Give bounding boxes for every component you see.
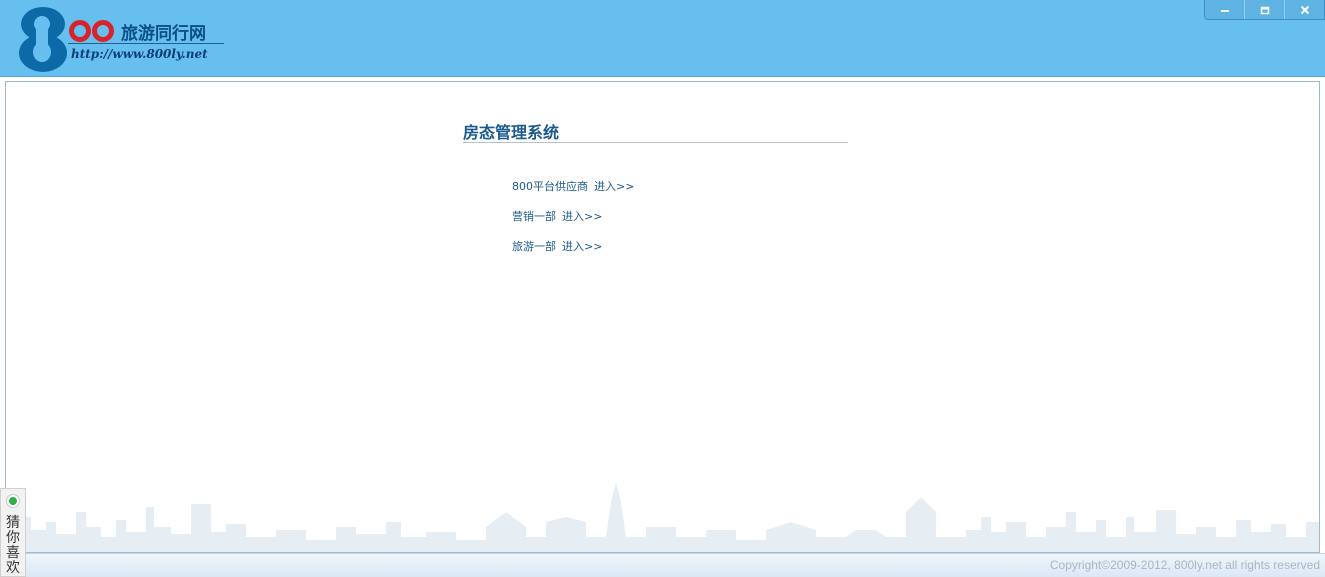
restore-button[interactable] (1244, 0, 1284, 19)
guess-you-like-widget[interactable]: 猜你喜欢 (0, 488, 26, 577)
logo-site-name: 旅游同行网 (121, 24, 206, 44)
status-dot-icon (7, 495, 19, 507)
site-logo[interactable]: 旅游同行网 http://www.800ly.net (18, 6, 238, 72)
app-header: 旅游同行网 http://www.800ly.net (0, 0, 1325, 77)
logo-divider (68, 43, 224, 44)
guess-you-like-label: 猜你喜欢 (6, 515, 20, 576)
title-divider (463, 142, 848, 143)
content-panel: 房态管理系统 800平台供应商 进入>> 营销一部 进入>> 旅游一部 进入>> (5, 81, 1320, 553)
enter-link[interactable]: 进入>> (562, 210, 602, 223)
logo-url: http://www.800ly.net (71, 47, 208, 61)
close-button[interactable] (1284, 0, 1324, 19)
entry-row: 营销一部 进入>> (512, 208, 602, 224)
logo-eight-mark (19, 7, 67, 72)
entry-label: 800平台供应商 (512, 180, 588, 193)
entry-row: 800平台供应商 进入>> (512, 178, 634, 194)
entry-row: 旅游一部 进入>> (512, 238, 602, 254)
page-title: 房态管理系统 (463, 123, 560, 142)
app-footer: Copyright©2009-2012, 800ly.net all right… (0, 553, 1325, 577)
minimize-button[interactable] (1205, 0, 1244, 19)
entry-label: 旅游一部 (512, 240, 556, 253)
restore-icon (1260, 6, 1269, 14)
copyright-text: Copyright©2009-2012, 800ly.net all right… (1049, 558, 1320, 572)
minimize-icon (1220, 9, 1229, 12)
enter-link[interactable]: 进入>> (562, 240, 602, 253)
enter-link[interactable]: 进入>> (594, 180, 634, 193)
skyline-decoration (6, 482, 1319, 552)
entry-label: 营销一部 (512, 210, 556, 223)
window-controls (1204, 0, 1325, 20)
close-icon (1300, 5, 1309, 14)
